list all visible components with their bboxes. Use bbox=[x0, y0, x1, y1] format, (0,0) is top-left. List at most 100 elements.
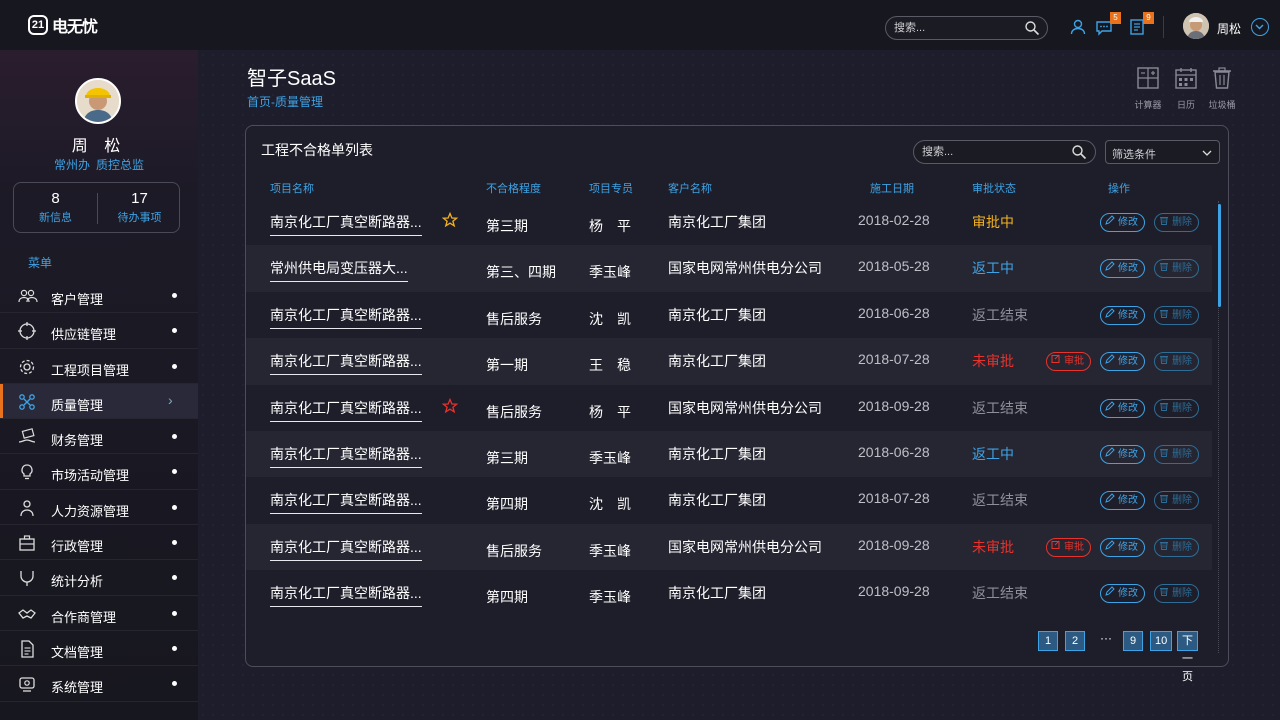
delete-button[interactable]: 删除 bbox=[1154, 398, 1199, 418]
edit-button[interactable]: 修改 bbox=[1100, 584, 1145, 604]
project-link[interactable]: 南京化工厂真空断路器... bbox=[270, 490, 422, 515]
edit-button[interactable]: 修改 bbox=[1100, 305, 1145, 325]
table-row[interactable]: 南京化工厂真空断路器... 售后服务 杨 平 国家电网常州供电分公司 2018-09-2… bbox=[246, 385, 1212, 431]
stat-todo[interactable]: 17 待办事项 bbox=[98, 190, 181, 225]
project-link[interactable]: 南京化工厂真空断路器... bbox=[270, 583, 422, 608]
edit-button[interactable]: 修改 bbox=[1100, 213, 1145, 232]
sidebar-menu: 客户管理 供应链管理 工程项目管理 质量管理 › 财务管理市场活动管理 人力资源管理 行政管理… bbox=[0, 278, 198, 702]
delete-button[interactable]: 删除 bbox=[1154, 444, 1199, 464]
project-link[interactable]: 南京化工厂真空断路器... bbox=[270, 351, 422, 376]
audit-button[interactable]: 审批 bbox=[1046, 537, 1091, 557]
top-search-box bbox=[885, 16, 1048, 40]
search-icon[interactable] bbox=[1071, 144, 1087, 165]
delete-button[interactable]: 删除 bbox=[1154, 305, 1199, 325]
edit-button[interactable]: 修改 bbox=[1100, 398, 1145, 418]
top-search-input[interactable] bbox=[894, 20, 1020, 36]
tool-trash[interactable]: 垃圾桶 bbox=[1202, 66, 1242, 111]
delete-button[interactable]: 删除 bbox=[1154, 537, 1199, 557]
page-button[interactable]: 10 bbox=[1150, 631, 1173, 651]
table-row[interactable]: 南京化工厂真空断路器... 第三期 杨 平 南京化工厂集团 2018-02-28 审批中 修… bbox=[246, 199, 1212, 245]
star-icon[interactable] bbox=[441, 397, 459, 414]
audit-button[interactable]: 审批 bbox=[1046, 352, 1091, 372]
profile-avatar[interactable] bbox=[75, 78, 121, 124]
search-icon[interactable] bbox=[1024, 20, 1040, 41]
delete-button[interactable]: 删除 bbox=[1154, 491, 1199, 511]
sidebar-item[interactable]: 统计分析 bbox=[0, 560, 198, 596]
edit-button[interactable]: 修改 bbox=[1100, 352, 1145, 372]
user-icon[interactable] bbox=[1069, 18, 1087, 36]
project-link[interactable]: 南京化工厂真空断路器... bbox=[270, 444, 422, 468]
message-icon[interactable]: 5 bbox=[1095, 12, 1121, 36]
breadcrumb[interactable]: 首页-质量管理 bbox=[247, 93, 323, 110]
table-search-input[interactable] bbox=[922, 144, 1067, 160]
chevron-down-icon[interactable] bbox=[1251, 18, 1269, 36]
delete-button[interactable]: 删除 bbox=[1154, 213, 1199, 232]
avatar[interactable] bbox=[1183, 13, 1209, 39]
filter-select[interactable]: 筛选条件 bbox=[1105, 140, 1220, 164]
sidebar-item[interactable]: 市场活动管理 bbox=[0, 454, 198, 490]
divider bbox=[1163, 16, 1164, 38]
header-status[interactable]: 审批状态 bbox=[972, 180, 1016, 196]
edit-button[interactable]: 修改 bbox=[1100, 491, 1145, 511]
project-link[interactable]: 南京化工厂真空断路器... bbox=[270, 305, 422, 329]
sidebar-item[interactable]: 质量管理 › bbox=[0, 383, 198, 420]
page-button[interactable]: 1 bbox=[1038, 631, 1058, 651]
stat-new-messages[interactable]: 8 新信息 bbox=[14, 190, 97, 225]
delete-button[interactable]: 删除 bbox=[1154, 259, 1199, 279]
sidebar-item[interactable]: 行政管理 bbox=[0, 525, 198, 561]
handshake-icon bbox=[18, 605, 36, 623]
table-row[interactable]: 南京化工厂真空断路器... 第四期 季玉峰 南京化工厂集团 2018-09-28 返工结束… bbox=[246, 570, 1212, 616]
table-row[interactable]: 南京化工厂真空断路器... 第三期 季玉峰 南京化工厂集团 2018-06-28 返工中 修… bbox=[246, 430, 1212, 478]
table-body: 南京化工厂真空断路器... 第三期杨 平南京化工厂集团 2018-02-28 审批中修… bbox=[246, 199, 1212, 617]
top-user-name[interactable]: 周松 bbox=[1217, 20, 1241, 37]
project-link[interactable]: 南京化工厂真空断路器... bbox=[270, 537, 422, 561]
pencil-icon bbox=[1105, 400, 1115, 417]
tool-calendar[interactable]: 日历 bbox=[1166, 66, 1206, 111]
header-level[interactable]: 不合格程度 bbox=[486, 180, 541, 196]
top-bar: 21 电无忧 5 9 周松 bbox=[0, 0, 1280, 50]
header-client[interactable]: 客户名称 bbox=[668, 180, 712, 196]
scroll-thumb[interactable] bbox=[1218, 204, 1221, 307]
sidebar-item[interactable]: 财务管理 bbox=[0, 419, 198, 455]
sidebar-item-label: 财务管理 bbox=[51, 433, 104, 449]
tool-calculator[interactable]: 计算器 bbox=[1128, 66, 1168, 111]
table-row[interactable]: 南京化工厂真空断路器... 售后服务 季玉峰 国家电网常州供电分公司 2018-09-2… bbox=[246, 523, 1212, 571]
sidebar-item[interactable]: 文档管理 bbox=[0, 631, 198, 667]
header-staff[interactable]: 项目专员 bbox=[589, 180, 633, 196]
table-row[interactable]: 南京化工厂真空断路器... 第一期 王 稳 南京化工厂集团 2018-07-28 未审批 审… bbox=[246, 338, 1212, 385]
project-link[interactable]: 南京化工厂真空断路器... bbox=[270, 398, 422, 422]
delete-button[interactable]: 删除 bbox=[1154, 584, 1199, 604]
table-row[interactable]: 南京化工厂真空断路器... 第四期 沈 凯 南京化工厂集团 2018-07-28 返工结束… bbox=[246, 477, 1212, 523]
edit-label: 修改 bbox=[1118, 309, 1138, 321]
edit-button[interactable]: 修改 bbox=[1100, 537, 1145, 557]
project-link[interactable]: 南京化工厂真空断路器... bbox=[270, 212, 422, 236]
app-logo[interactable]: 21 电无忧 bbox=[28, 13, 98, 37]
main-content: 智子SaaS 首页-质量管理 计算器 日历 垃圾桶 工程不合格单列表 筛选条件 … bbox=[198, 50, 1280, 720]
header-date[interactable]: 施工日期 bbox=[870, 180, 914, 196]
notice-icon[interactable]: 9 bbox=[1128, 12, 1154, 36]
edit-button[interactable]: 修改 bbox=[1100, 259, 1145, 279]
sidebar-item[interactable]: 客户管理 bbox=[0, 278, 198, 314]
page-button[interactable]: 2 bbox=[1065, 631, 1085, 651]
delete-button[interactable]: 删除 bbox=[1154, 352, 1199, 372]
project-link[interactable]: 常州供电局变压器大... bbox=[270, 258, 408, 283]
page-button[interactable]: 9 bbox=[1123, 631, 1143, 651]
level-cell: 第三期 bbox=[486, 449, 528, 466]
sidebar-item[interactable]: 系统管理 bbox=[0, 666, 198, 702]
next-page-button[interactable]: 下一页 bbox=[1177, 631, 1198, 683]
date-cell: 2018-05-28 bbox=[858, 258, 930, 275]
staff-cell: 季玉峰 bbox=[589, 589, 631, 606]
sidebar-item[interactable]: 工程项目管理 bbox=[0, 349, 198, 384]
sidebar-item[interactable]: 人力资源管理 bbox=[0, 490, 198, 526]
pencil-icon bbox=[1105, 260, 1115, 277]
sidebar-item[interactable]: 供应链管理 bbox=[0, 313, 198, 349]
audit-label: 审批 bbox=[1064, 356, 1084, 368]
header-project[interactable]: 项目名称 bbox=[270, 180, 314, 196]
star-icon[interactable] bbox=[441, 211, 459, 228]
sidebar-item[interactable]: 合作商管理 bbox=[0, 596, 198, 631]
table-row[interactable]: 常州供电局变压器大... 第三、四期 季玉峰 国家电网常州供电分公司 2018-05-2… bbox=[246, 245, 1212, 292]
bullet-icon bbox=[172, 434, 177, 440]
edit-button[interactable]: 修改 bbox=[1100, 444, 1145, 464]
table-row[interactable]: 南京化工厂真空断路器... 售后服务 沈 凯 南京化工厂集团 2018-06-28 返工结… bbox=[246, 292, 1212, 338]
date-cell: 2018-09-28 bbox=[858, 536, 930, 553]
